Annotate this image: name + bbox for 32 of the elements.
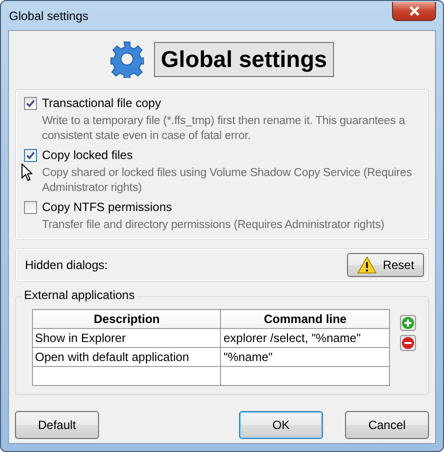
checkbox-label[interactable]: Copy NTFS permissions <box>42 200 172 214</box>
checkbox[interactable] <box>24 96 37 110</box>
remove-icon[interactable] <box>400 335 416 351</box>
hidden-dialogs-label: Hidden dialogs: <box>25 258 108 272</box>
check-icon <box>26 150 35 160</box>
group-title: External applications <box>22 288 137 302</box>
option-description: Copy shared or locked files using Volume Shadow Copy Service (Requires Administrator rights) <box>42 166 413 196</box>
option-description: Write to a temporary file (*.ffs_tmp) first then rename it. This guarantees a consistent state even in case of fatal error. <box>42 114 406 144</box>
checkbox-label[interactable]: Copy locked files <box>42 148 133 162</box>
table-cell[interactable]: explorer /select, "%name" <box>220 328 390 348</box>
mouse-cursor-icon <box>21 163 33 182</box>
close-icon <box>408 6 420 16</box>
warning-icon <box>356 256 377 274</box>
table-cell[interactable]: Show in Explorer <box>32 328 221 348</box>
checkbox[interactable] <box>24 200 37 214</box>
reset-button[interactable]: Reset <box>347 253 424 277</box>
option-description: Transfer file and directory permissions (Requires Administrator rights) <box>42 218 386 233</box>
check-icon <box>26 98 35 108</box>
checkbox-label[interactable]: Transactional file copy <box>42 96 161 110</box>
default-button[interactable]: Default <box>15 411 99 439</box>
column-header[interactable]: Command line <box>220 310 390 328</box>
table-cell[interactable]: Open with default application <box>32 348 221 366</box>
ok-button[interactable]: OK <box>239 411 323 439</box>
close-button[interactable] <box>392 2 436 20</box>
checkbox[interactable] <box>24 148 37 162</box>
gear-icon <box>110 40 144 78</box>
column-header[interactable]: Description <box>32 310 221 328</box>
cancel-button[interactable]: Cancel <box>345 411 429 439</box>
table-cell[interactable]: "%name" <box>220 348 390 366</box>
window-title: Global settings <box>8 8 88 22</box>
dialog-heading: Global settings <box>154 42 334 76</box>
add-icon[interactable] <box>400 315 416 331</box>
